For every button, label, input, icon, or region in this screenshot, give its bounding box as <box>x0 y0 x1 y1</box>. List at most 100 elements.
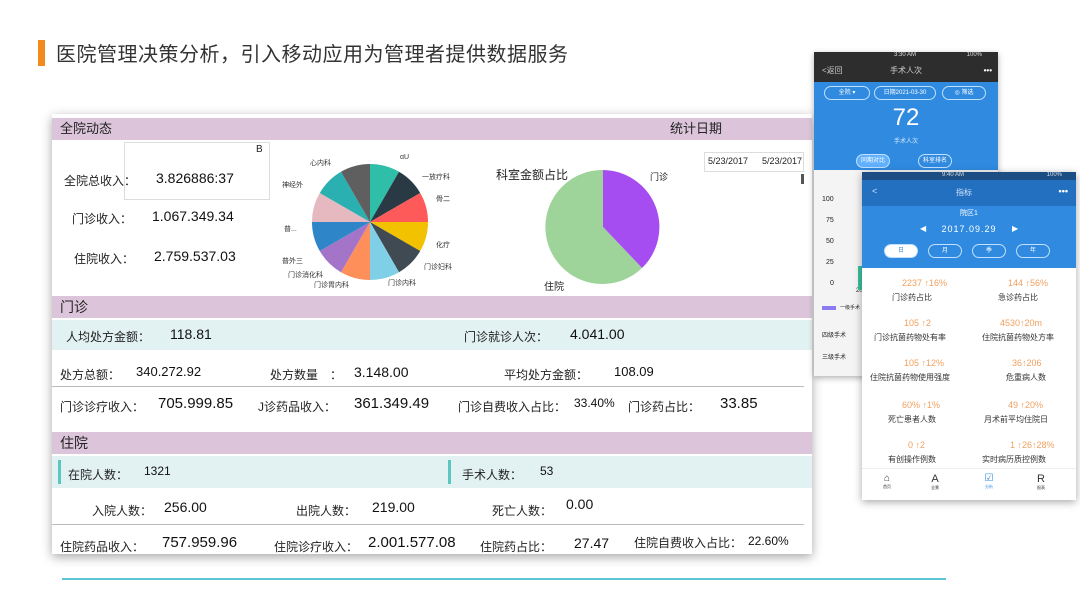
home-icon: ⌂ <box>883 473 891 484</box>
op-treat-value: 705.999.85 <box>158 395 234 412</box>
pie1-label-11: 普... <box>284 226 297 233</box>
phone1-nav-bar: <返回 手术人次 ••• <box>814 60 998 82</box>
in-ratio-label: 住院药占比： <box>480 540 553 554</box>
phone2-nav-bar: < 指标 ••• <box>862 180 1076 206</box>
phone2-tab-quarter[interactable]: 季 <box>972 244 1006 258</box>
stat-value: 49 ↑20% <box>1008 400 1044 410</box>
phone1-legend-1: 一级手术 <box>840 305 861 311</box>
phone2-next-icon[interactable]: ▶ <box>1012 224 1018 233</box>
stat-label: 急诊药占比 <box>998 293 1038 302</box>
stat-label: 住院抗菌药物处方率 <box>982 333 1054 342</box>
stat-value: 105 ↑2 <box>904 318 932 328</box>
date-start-input[interactable]: 5/23/2017 <box>708 156 748 166</box>
admit-value: 256.00 <box>164 499 207 515</box>
total-income-value: 3.826886:37 <box>156 170 234 186</box>
phone1-legend-2: 四级手术 <box>822 333 847 339</box>
dashboard-header: 全院动态 统计日期 <box>52 118 812 140</box>
pie1-label-4: 骨二 <box>436 196 450 203</box>
pie1-label-3: 一放疗科 <box>422 174 450 181</box>
phone2-status-bar: 9:40 AM 100% <box>862 172 1076 180</box>
phone2-tab-month[interactable]: 月 <box>928 244 962 258</box>
stat-label: 门诊药占比 <box>892 293 932 302</box>
pie2-label-inpatient: 住院 <box>544 282 564 293</box>
stat-value: 2237 ↑16% <box>902 278 948 288</box>
rx-count-value: 3.148.00 <box>354 364 409 380</box>
death-label: 死亡人数： <box>492 504 553 518</box>
phone2-campus: 院区1 <box>960 210 978 217</box>
inpatient-divider <box>52 524 804 525</box>
phone1-back-button[interactable]: <返回 <box>822 60 843 82</box>
in-ratio-value: 27.47 <box>574 535 610 551</box>
phone1-value: 72 <box>892 104 920 131</box>
rx-avg-label: 平均处方金额： <box>504 368 589 382</box>
pie1-label-10: 普外三 <box>282 258 303 265</box>
discharge-label: 出院人数： <box>296 504 357 518</box>
phone1-status-bar: 3:30 AM 100% <box>814 52 998 60</box>
stat-value: 144 ↑56% <box>1008 278 1049 288</box>
phone1-rank-button[interactable]: 科室排名 <box>918 154 952 168</box>
dashboard-title: 全院动态 <box>60 121 113 136</box>
admit-label: 入院人数： <box>92 504 153 518</box>
rx-count-label: 处方数量 ： <box>270 368 343 382</box>
op-drug-ratio-label: 门诊药占比： <box>628 400 701 414</box>
page-title: 医院管理决策分析，引入移动应用为管理者提供数据服务 <box>56 44 569 66</box>
visits-value: 4.041.00 <box>570 326 625 342</box>
stat-label: 住院抗菌药物使用强度 <box>870 373 950 382</box>
phone2-menu-icon[interactable]: ••• <box>1059 186 1068 196</box>
surgery-label: 手术人数： <box>462 468 523 482</box>
death-value: 0.00 <box>566 496 594 512</box>
tab-home[interactable]: ⌂ 首页 <box>872 473 902 490</box>
phone1-compare-button[interactable]: 同期对比 <box>856 154 890 168</box>
pie1-label-7: 门诊内科 <box>388 280 416 287</box>
in-treat-label: 住院诊疗收入： <box>274 540 359 554</box>
phone1-filter-date[interactable]: 日期2021-03-30 <box>874 86 936 100</box>
stat-value: 4530↑20m <box>1000 318 1043 328</box>
pie1-label-9: 门诊消化科 <box>288 272 323 279</box>
tab-reports[interactable]: R 报表 <box>1026 473 1056 491</box>
outpatient-section-header: 门诊 <box>52 296 812 318</box>
mobile-indicator-screen: 9:40 AM 100% < 指标 ••• 院区1 ◀ 2017.09.29 ▶… <box>862 172 1076 500</box>
phone2-hero: 院区1 ◀ 2017.09.29 ▶ 日 月 季 年 <box>862 206 1076 268</box>
phone2-title: 指标 <box>956 188 972 197</box>
tab-analysis[interactable]: ☑ 分析 <box>974 473 1004 490</box>
rx-avg-value: 108.09 <box>614 364 654 379</box>
phone1-menu-icon[interactable]: ••• <box>984 60 992 82</box>
phone2-tab-year[interactable]: 年 <box>1016 244 1050 258</box>
pie2-label-outpatient: 门诊 <box>650 172 669 182</box>
outpatient-income-label: 门诊收入： <box>72 212 133 226</box>
stat-label: 死亡患者人数 <box>888 415 936 424</box>
surgery-value: 53 <box>540 464 554 478</box>
stat-value: 60% ↑1% <box>902 400 941 410</box>
phone1-hero: 全院 ▾ 日期2021-03-30 ◎ 筛选 72 手术人次 同期对比 科室排名 <box>814 82 998 170</box>
date-scroll-handle[interactable] <box>801 174 804 184</box>
in-drug-value: 757.959.96 <box>162 534 238 551</box>
pie1-label-6: 门诊妇科 <box>424 264 452 271</box>
stat-value: 36↑206 <box>1012 358 1042 368</box>
op-drug-label: J诊药品收入： <box>258 400 337 414</box>
phone2-tab-day[interactable]: 日 <box>884 244 918 258</box>
phone1-title: 手术人次 <box>890 66 922 75</box>
stat-label: 门诊抗菌药物处有率 <box>874 333 946 342</box>
in-accent-bar-1 <box>58 460 61 484</box>
phone2-back-button[interactable]: < <box>872 186 877 196</box>
op-drug-value: 361.349.49 <box>354 395 430 412</box>
in-drug-label: 住院药品收入： <box>60 540 145 554</box>
rx-total-label: 处方总额： <box>60 368 121 382</box>
stat-label: 有创操作例数 <box>888 455 936 464</box>
total-income-label: 全院总收入： <box>64 174 137 188</box>
in-hospital-label: 在院人数： <box>68 468 129 482</box>
date-end-input[interactable]: 5/23/2017 <box>762 156 802 166</box>
title-accent-bar <box>38 40 45 66</box>
in-accent-bar-2 <box>448 460 451 484</box>
phone1-legend-swatch <box>822 306 836 310</box>
phone1-filter-screen[interactable]: ◎ 筛选 <box>942 86 986 100</box>
pie1-label-1: 心内科 <box>310 160 331 167</box>
outpatient-highlight-row <box>52 320 812 350</box>
tab-overview[interactable]: A 全景 <box>920 473 950 491</box>
stat-value: 105 ↑12% <box>904 358 945 368</box>
phone1-legend-3: 三级手术 <box>822 355 847 361</box>
stat-value: 1 ↑26↑28% <box>1010 440 1055 450</box>
phone1-filter-hospital[interactable]: 全院 ▾ <box>824 86 870 100</box>
outpatient-divider <box>52 386 804 387</box>
rx-total-value: 340.272.92 <box>136 364 202 379</box>
